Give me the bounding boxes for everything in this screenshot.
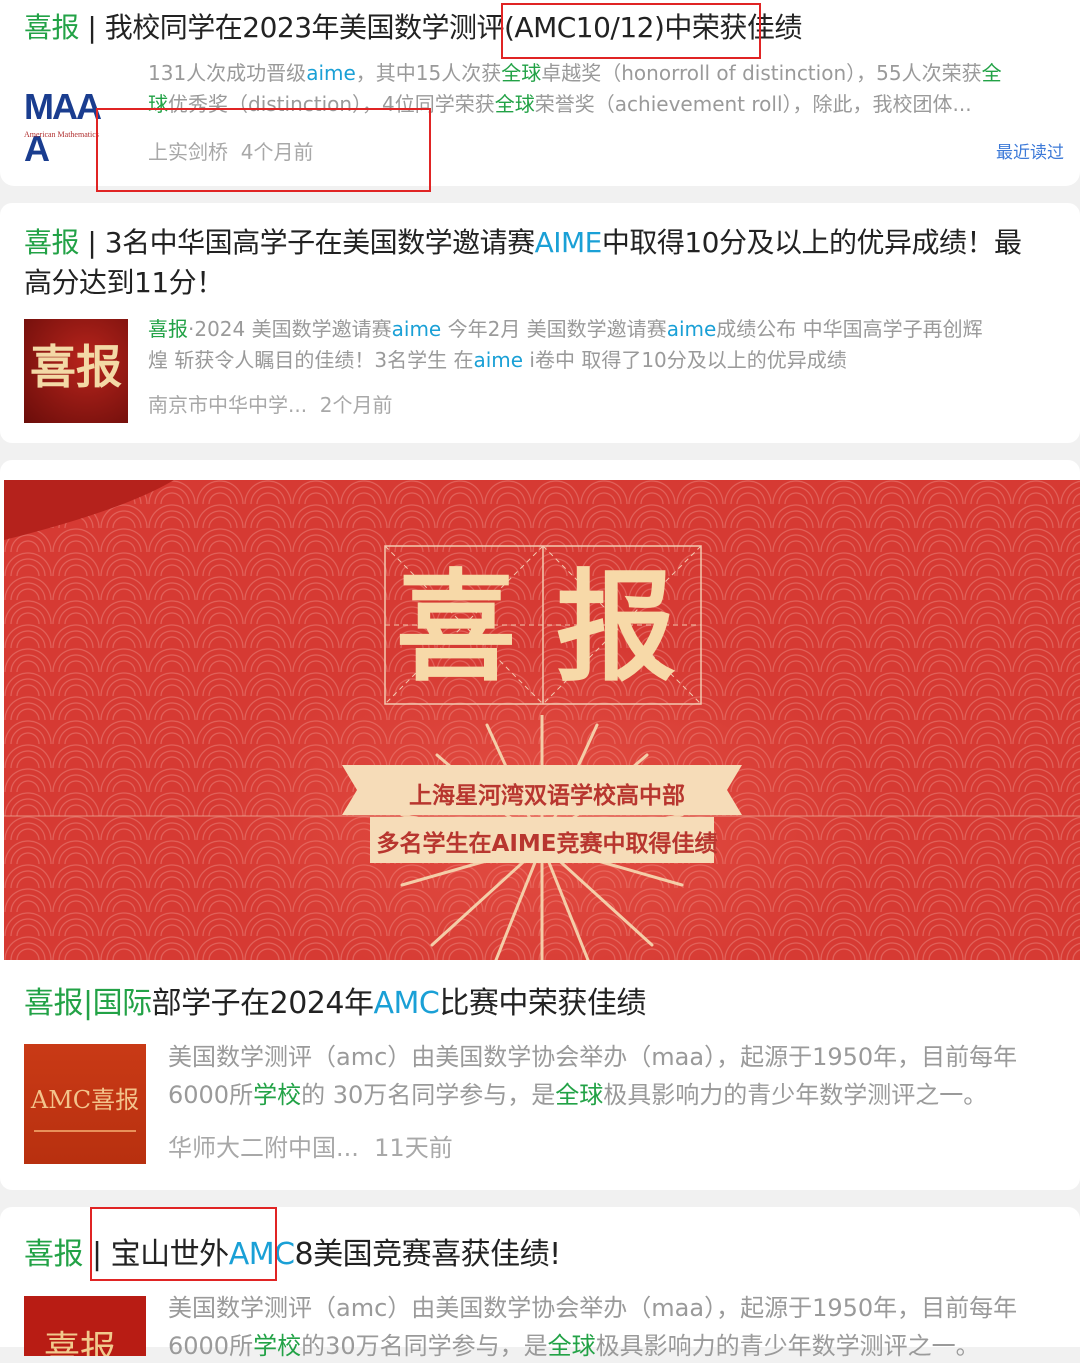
result-thumbnail[interactable]: 喜报 bbox=[24, 319, 128, 423]
banner-line-2: 多名学生在AIME竞赛中取得佳绩 bbox=[376, 831, 718, 857]
thumbnail-caption: 喜报 bbox=[30, 340, 122, 394]
result-source[interactable]: 南京市中华中学... bbox=[148, 393, 307, 417]
result-meta: 华师大二附中国... 11天前 bbox=[168, 1128, 453, 1163]
result-snippet-line-1: 喜报·2024 美国数学邀请赛aime 今年2月 美国数学邀请赛aime成绩公布… bbox=[148, 317, 983, 341]
thumbnail-caption: 喜报 bbox=[44, 1329, 117, 1356]
result-title-line-2[interactable]: 高分达到11分！ bbox=[24, 263, 224, 303]
recently-read-badge: 最近读过 bbox=[996, 143, 1064, 163]
result-title-line-1[interactable]: 喜报 | 3名中华国高学子在美国数学邀请赛AIME中取得10分及以上的优异成绩！… bbox=[24, 223, 1022, 263]
result-thumbnail[interactable]: AMC喜报 bbox=[24, 1044, 146, 1164]
banner-title-char-1: 喜 bbox=[396, 557, 516, 698]
result-snippet-line-2: 6000所学校的30万名同学参与，是全球极具影响力的青少年数学测评之一。 bbox=[168, 1332, 980, 1360]
result-time: 11天前 bbox=[374, 1134, 453, 1162]
result-snippet-line-1: 131人次成功晋级aime，其中15人次获全球卓越奖（honorroll of … bbox=[148, 61, 1002, 85]
result-meta: 南京市中华中学... 2个月前 bbox=[148, 389, 393, 418]
banner-line-1: 上海星河湾双语学校高中部 bbox=[409, 783, 685, 809]
thumbnail-bridge-decoration bbox=[34, 1130, 136, 1150]
highlight-box-source bbox=[96, 108, 431, 192]
result-card-2[interactable]: 喜报 | 3名中华国高学子在美国数学邀请赛AIME中取得10分及以上的优异成绩！… bbox=[0, 203, 1080, 443]
highlight-box-amc bbox=[501, 3, 761, 59]
result-banner-image[interactable]: 喜 报 上海星河湾双语学校高中部 多名学生在AIME竞赛中取得佳绩 bbox=[4, 480, 1080, 960]
result-snippet-line-1: 美国数学测评（amc）由美国数学协会举办（maa），起源于1950年，目前每年 bbox=[168, 1294, 1018, 1322]
result-source[interactable]: 华师大二附中国... bbox=[168, 1134, 359, 1162]
maa-logo-subtitle: American Mathematics bbox=[24, 130, 99, 139]
result-snippet-line-2: 6000所学校的 30万名同学参与，是全球极具影响力的青少年数学测评之一。 bbox=[168, 1081, 988, 1109]
thumbnail-caption: AMC喜报 bbox=[30, 1086, 140, 1114]
result-time: 2个月前 bbox=[319, 393, 393, 417]
result-snippet-line-2: 煌 斩获令人瞩目的佳绩！3名学生 在aime i卷中 取得了10分及以上的优异成… bbox=[148, 348, 847, 372]
result-snippet-line-1: 美国数学测评（amc）由美国数学协会举办（maa），起源于1950年，目前每年 bbox=[168, 1043, 1018, 1071]
result-title[interactable]: 喜报|国际部学子在2024年AMC比赛中荣获佳绩 bbox=[24, 984, 646, 1024]
highlight-box-title bbox=[90, 1207, 277, 1281]
banner-title-char-2: 报 bbox=[556, 557, 676, 698]
result-thumbnail[interactable]: 喜报 bbox=[24, 1296, 146, 1356]
